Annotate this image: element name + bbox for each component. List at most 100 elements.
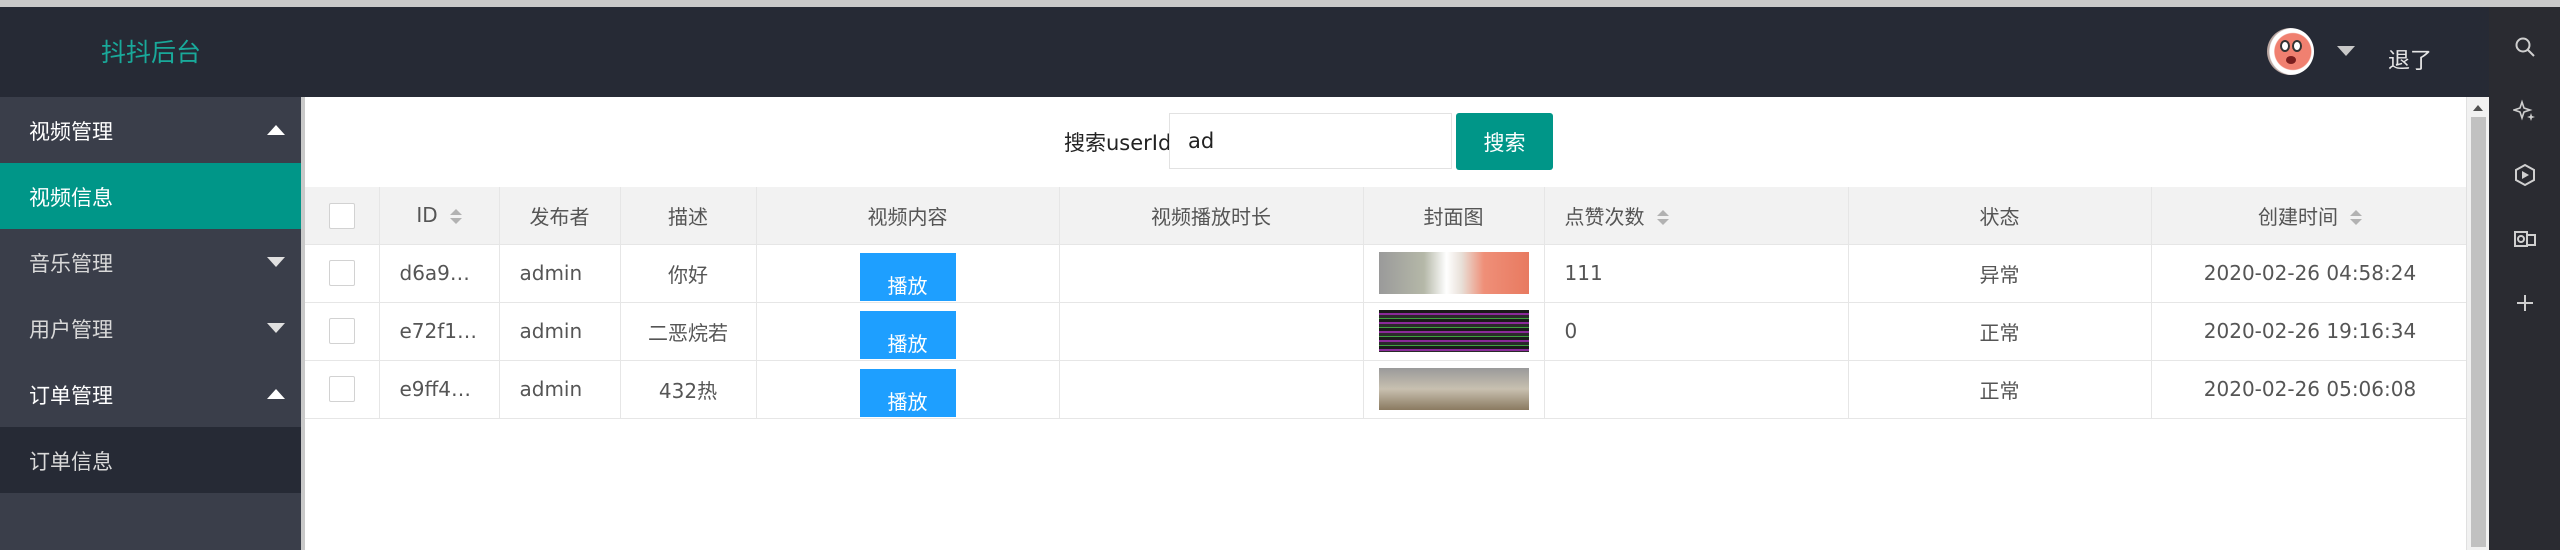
cell-status: 正常 [1848,302,2152,361]
column-header-duration: 视频播放时长 [1059,187,1364,245]
cell-likes: 0 [1544,302,1849,361]
browser-top-strip [0,0,2560,7]
cell-publisher: admin [499,244,621,303]
play-button[interactable]: 播放 [859,253,956,301]
app-header: 抖抖后台 退了 [0,7,2489,97]
sidebar-item-label: 视频信息 [29,186,113,210]
column-header-id[interactable]: ID [379,187,500,245]
column-header-created[interactable]: 创建时间 [2151,187,2470,245]
search-input[interactable] [1169,113,1452,169]
table-row: d6a9… admin 你好 播放 111 异常 2020-02-26 04:5… [305,244,2470,303]
video-table: ID 发布者 描述 视频内容 视频播放时长 封面图 点赞次数 状态 创建时间 d… [305,187,2470,419]
cell-created: 2020-02-26 19:16:34 [2151,302,2470,361]
cover-image [1378,310,1529,352]
sparkle-icon[interactable] [2489,85,2560,135]
cell-cover [1363,302,1545,361]
search-bar: 搜索userId 搜索 [305,97,2469,187]
sidebar-item-label: 订单信息 [29,450,113,474]
play-button[interactable]: 播放 [859,369,956,417]
copilot-icon[interactable] [2489,149,2560,199]
outlook-icon[interactable] [2489,213,2560,263]
column-header-publisher: 发布者 [499,187,621,245]
column-header-label: 创建时间 [2258,204,2338,229]
cell-duration [1059,360,1364,419]
chevron-down-icon [267,323,285,333]
sidebar-item-order-info[interactable]: 订单信息 [0,427,301,493]
sidebar-item-label: 音乐管理 [29,252,113,276]
chevron-down-icon [267,257,285,267]
select-all-checkbox[interactable] [328,202,355,229]
table-header-row: ID 发布者 描述 视频内容 视频播放时长 封面图 点赞次数 状态 创建时间 [305,187,2470,245]
column-header-cover: 封面图 [1363,187,1545,245]
cell-duration [1059,244,1364,303]
table-row: e72f1… admin 二恶烷若 播放 0 正常 2020-02-26 19:… [305,302,2470,361]
scroll-up-arrow-icon[interactable] [2473,105,2483,111]
column-header-label: 发布者 [529,204,590,229]
cell-id: e9ff4… [379,360,500,419]
column-header-label: 描述 [668,204,708,229]
column-header-label: 视频内容 [867,204,948,229]
sidebar-item-label: 视频管理 [29,120,113,144]
sidebar-item-video-info[interactable]: 视频信息 [0,163,301,229]
search-icon[interactable] [2489,21,2560,71]
browser-side-panel [2489,7,2560,550]
cell-video-content: 播放 [756,302,1060,361]
play-button[interactable]: 播放 [859,311,956,359]
table-row: e9ff4… admin 432热 播放 正常 2020-02-26 05:06… [305,360,2470,419]
sort-icon[interactable] [2350,210,2362,226]
avatar-eye [2292,40,2302,52]
cell-description: 432热 [620,360,757,419]
search-button[interactable]: 搜索 [1456,113,1553,170]
cell-created: 2020-02-26 05:06:08 [2151,360,2470,419]
column-header-label: 点赞次数 [1564,204,1645,229]
vertical-scrollbar[interactable] [2466,97,2489,550]
cell-publisher: admin [499,302,621,361]
cell-cover [1363,244,1545,303]
sort-icon[interactable] [449,208,462,225]
cell-description: 你好 [620,244,757,303]
column-header-label: 状态 [1979,204,2020,229]
cell-cover [1363,360,1545,419]
sidebar-item-label: 用户管理 [29,318,113,342]
sidebar-item-label: 订单管理 [29,384,113,408]
sidebar-item-video-management[interactable]: 视频管理 [0,97,301,163]
column-header-label: ID [416,203,438,228]
avatar-eye [2280,40,2290,52]
row-checkbox[interactable] [328,318,355,345]
row-checkbox[interactable] [328,376,355,403]
column-header-video-content: 视频内容 [756,187,1060,245]
sidebar-item-user-management[interactable]: 用户管理 [0,295,301,361]
sort-icon[interactable] [1656,210,1669,226]
user-avatar[interactable] [2267,28,2314,75]
column-header-likes[interactable]: 点赞次数 [1544,187,1849,245]
cell-video-content: 播放 [756,244,1060,303]
column-header-description: 描述 [620,187,757,245]
cell-id: e72f1… [379,302,500,361]
cell-description: 二恶烷若 [620,302,757,361]
sidebar-item-music-management[interactable]: 音乐管理 [0,229,301,295]
chevron-up-icon [267,389,285,399]
logout-link[interactable]: 退了 [2388,43,2432,75]
cell-status: 正常 [1848,360,2152,419]
cell-created: 2020-02-26 04:58:24 [2151,244,2470,303]
column-header-label: 封面图 [1423,204,1484,229]
sidebar: 视频管理 视频信息 音乐管理 用户管理 订单管理 订单信息 [0,97,301,550]
column-header-status: 状态 [1848,187,2152,245]
brand-title: 抖抖后台 [101,38,202,67]
cell-likes: 111 [1544,244,1849,303]
scrollbar-thumb[interactable] [2471,117,2486,547]
plus-icon[interactable] [2489,277,2560,327]
cell-duration [1059,302,1364,361]
search-label: 搜索userId [1064,131,1172,155]
cell-status: 异常 [1848,244,2152,303]
chevron-up-icon [267,125,285,135]
column-header-label: 视频播放时长 [1151,204,1271,229]
row-select-cell [305,360,380,419]
cell-publisher: admin [499,360,621,419]
row-checkbox[interactable] [328,260,355,287]
cell-id: d6a9… [379,244,500,303]
row-select-cell [305,244,380,303]
chevron-down-icon[interactable] [2337,46,2355,56]
avatar-mouth [2286,56,2296,64]
sidebar-item-order-management[interactable]: 订单管理 [0,361,301,427]
